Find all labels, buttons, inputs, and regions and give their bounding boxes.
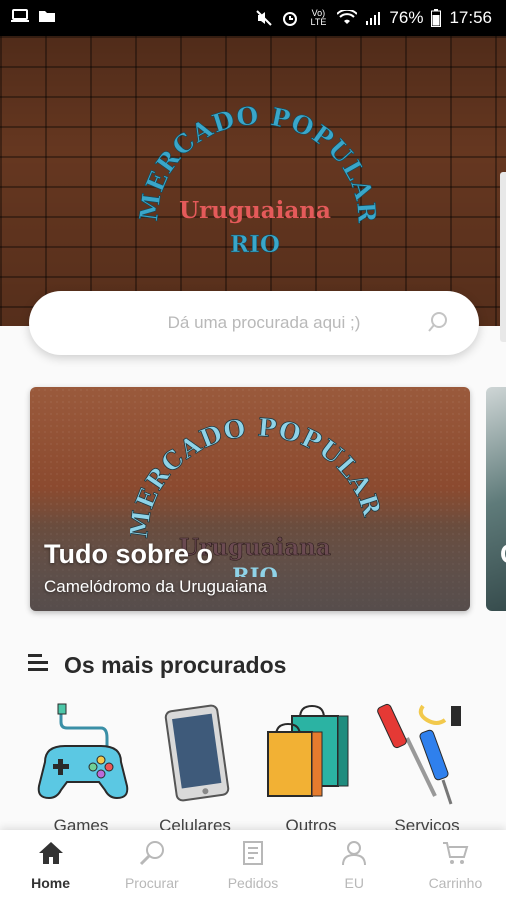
gamepad-icon (37, 703, 129, 800)
svg-text:MERCADO POPULAR: MERCADO POPULAR (130, 413, 380, 540)
nav-profile[interactable]: EU (304, 830, 405, 900)
section-header: Os mais procurados (28, 652, 286, 679)
category-phones[interactable]: Celulares (140, 700, 250, 835)
promo-banner[interactable]: MERCADO POPULAR Uruguaiana RIO Tudo sobr… (30, 387, 470, 611)
bottom-nav: Home Procurar Pedidos EU Carrinho (0, 830, 506, 900)
app-screen: Vo) LTE 76% 17:56 MERCADO POPULAR Urugua… (0, 0, 506, 900)
category-list: Games Celulares Outros Serviços (0, 700, 506, 835)
tools-icon (377, 703, 461, 805)
list-icon (28, 653, 50, 678)
nav-label: Home (31, 874, 71, 891)
nav-label: Procurar (124, 874, 179, 891)
banner-subtitle: Camelódromo da Uruguaiana (44, 577, 268, 596)
banner-next-title: C (500, 539, 506, 570)
category-games[interactable]: Games (26, 700, 136, 835)
app-logo: MERCADO POPULAR Uruguaiana RIO (134, 101, 380, 259)
search-placeholder: Dá uma procurada aqui ;) (167, 313, 361, 332)
side-drawer-handle[interactable] (500, 172, 506, 342)
nav-orders[interactable]: Pedidos (202, 830, 303, 900)
nav-label: EU (344, 874, 364, 891)
banner-logo-bottom-text: RIO (232, 563, 278, 577)
section-title: Os mais procurados (64, 652, 287, 678)
nav-label: Carrinho (428, 874, 483, 891)
search-icon (138, 840, 166, 871)
banner-title: Tudo sobre o (44, 539, 213, 569)
banner-logo-arc-text: MERCADO POPULAR (130, 412, 380, 540)
shopping-bags-icon (267, 704, 349, 797)
category-services[interactable]: Serviços (372, 700, 482, 835)
battery-icon (431, 9, 442, 27)
search-icon[interactable] (427, 311, 449, 338)
mute-icon (255, 9, 273, 27)
nav-home[interactable]: Home (0, 830, 101, 900)
logo-bottom-text: RIO (230, 231, 280, 258)
promo-banner-next[interactable]: C (486, 387, 506, 611)
nav-search[interactable]: Procurar (101, 830, 202, 900)
category-others[interactable]: Outros (256, 700, 366, 835)
wifi-icon (337, 10, 358, 26)
home-icon (37, 840, 65, 871)
cart-icon (441, 840, 469, 871)
user-icon (340, 840, 368, 871)
header-banner: MERCADO POPULAR Uruguaiana RIO (0, 36, 506, 326)
nav-cart[interactable]: Carrinho (405, 830, 506, 900)
clock: 17:56 (449, 8, 492, 27)
volte-icon: Vo) LTE (310, 8, 327, 27)
logo-middle-text: Uruguaiana (179, 197, 331, 224)
laptop-icon (10, 8, 30, 29)
status-bar: Vo) LTE 76% 17:56 (0, 0, 506, 36)
smartphone-icon (164, 704, 230, 802)
search-bar[interactable]: Dá uma procurada aqui ;) (29, 291, 479, 355)
alarm-icon (281, 9, 299, 27)
battery-level: 76% (389, 8, 424, 27)
folder-icon (38, 8, 56, 29)
nav-label: Pedidos (227, 874, 279, 891)
orders-icon (239, 840, 267, 871)
signal-icon (365, 10, 381, 26)
